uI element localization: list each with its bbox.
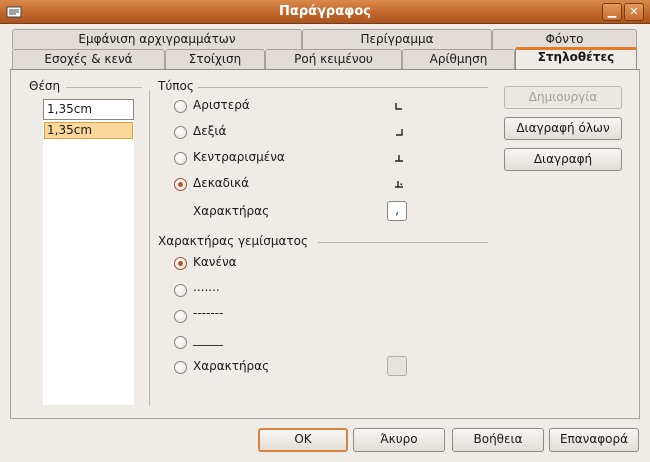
type-center-radio[interactable] [174,152,187,165]
window-title: Παράγραφος [279,4,371,19]
position-input[interactable]: 1,35cm [43,99,134,120]
fill-char-radio[interactable] [174,361,187,374]
right-tab-icon [396,129,403,136]
type-label: Τύπος [158,79,194,93]
delete-button[interactable]: Διαγραφή [504,148,622,171]
minimize-button[interactable]: ▁ [602,3,622,21]
close-icon: ✕ [629,5,639,18]
type-decimal-label[interactable]: Δεκαδικά [193,176,249,190]
fill-none-label[interactable]: Κανένα [193,255,237,269]
tab-alignment[interactable]: Στοίχιση [165,49,265,69]
position-label: Θέση [29,79,61,93]
position-separator [66,87,142,88]
type-right-radio[interactable] [174,126,187,139]
center-tab-icon [395,155,403,162]
type-left-radio[interactable] [174,100,187,113]
tab-numbering[interactable]: Αρίθμηση [402,49,515,69]
left-tab-icon [395,103,402,110]
fill-char-input [387,356,407,376]
type-left-label[interactable]: Αριστερά [193,98,250,112]
type-right-label[interactable]: Δεξιά [193,124,226,138]
tab-borders[interactable]: Περίγραμμα [302,29,492,49]
fill-char-label[interactable]: Χαρακτήρας [193,359,269,373]
fill-dashes-label[interactable]: ------- [193,306,223,320]
decimal-tab-icon [395,181,403,188]
tab-drop-caps[interactable]: Εμφάνιση αρχιγραμμάτων [12,29,302,49]
type-separator [198,87,488,88]
help-button[interactable]: Βοήθεια [452,428,544,452]
reset-button[interactable]: Επαναφορά [549,428,639,452]
fill-dots-label[interactable]: ....... [193,280,220,294]
vertical-separator [149,90,150,406]
fill-separator [318,242,488,243]
delete-all-button[interactable]: Διαγραφή όλων [504,117,622,140]
tab-tabs[interactable]: Στηλοθέτες [515,47,637,69]
close-button[interactable]: ✕ [624,3,644,21]
fill-none-radio[interactable] [174,257,187,270]
cancel-button[interactable]: Άκυρο [353,428,445,452]
type-center-label[interactable]: Κεντραρισμένα [193,150,285,164]
title-bar[interactable]: Παράγραφος ▁ ✕ [0,0,650,24]
fill-underscore-radio[interactable] [174,336,187,349]
tab-background[interactable]: Φόντο [492,29,637,49]
fill-underscore-label[interactable]: _____ [193,332,223,346]
tab-indents-spacing[interactable]: Εσοχές & κενά [12,49,165,69]
fill-label: Χαρακτήρας γεμίσματος [158,234,308,248]
new-button[interactable]: Δημιουργία [504,86,622,109]
fill-dashes-radio[interactable] [174,310,187,323]
position-list[interactable]: 1,35cm [43,120,134,405]
decimal-char-input[interactable]: , [387,201,407,221]
decimal-char-label: Χαρακτήρας [193,204,270,218]
fill-dots-radio[interactable] [174,284,187,297]
ok-button[interactable]: OK [258,428,348,452]
minimize-icon: ▁ [607,5,617,18]
type-decimal-radio[interactable] [174,178,187,191]
tab-text-flow[interactable]: Ροή κειμένου [265,49,402,69]
position-list-item[interactable]: 1,35cm [44,122,133,139]
